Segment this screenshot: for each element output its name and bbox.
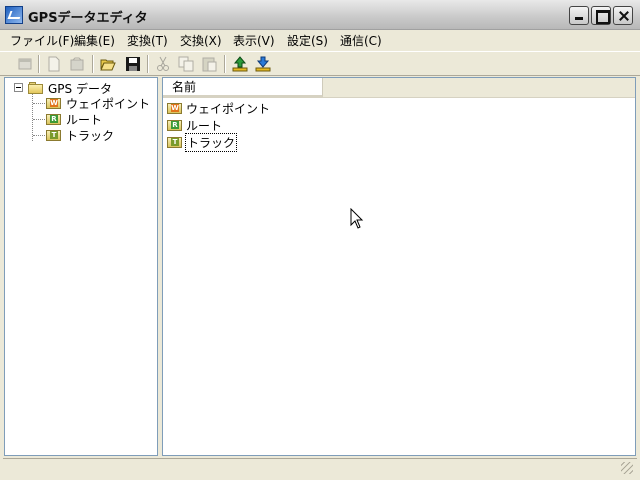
new-window-icon[interactable] [17,56,33,72]
waypoint-icon: W [46,97,62,110]
route-icon: R [46,113,62,126]
list-header: 名前 [163,78,635,98]
tree-connector [33,135,45,136]
status-bar [3,458,637,477]
delete-icon[interactable] [69,56,85,72]
upload-icon[interactable] [232,56,248,72]
tree-node-label: ルート [66,112,103,127]
tree-view[interactable]: GPS データ W ウェイポイント R ルート T トラック [4,77,158,456]
list-item-tracks[interactable]: T トラック [167,132,238,152]
tree-node-routes[interactable]: R ルート [46,111,102,127]
maximize-button[interactable] [591,6,611,25]
mouse-cursor-icon [350,208,364,229]
toolbar-separator [92,55,94,73]
menu-settings[interactable]: 設定(S) [286,32,329,49]
tree-collapse-toggle[interactable] [14,83,23,92]
tree-node-label: ウェイポイント [66,96,151,111]
title-bar[interactable]: GPSデータエディタ [0,0,640,30]
list-item-label: ルート [186,118,223,133]
menu-bar: ファイル(F) 編集(E) 変換(T) 交換(X) 表示(V) 設定(S) 通信… [0,30,640,50]
list-item-label: トラック [185,132,238,152]
toolbar-separator [224,55,226,73]
new-document-icon[interactable] [46,56,62,72]
tree-connector [32,93,33,141]
list-item-routes[interactable]: R ルート [167,117,223,133]
menu-communication[interactable]: 通信(C) [339,32,383,49]
open-folder-icon[interactable] [100,56,116,72]
tree-node-waypoints[interactable]: W ウェイポイント [46,95,150,111]
close-button[interactable] [613,6,633,25]
route-icon: R [167,119,183,132]
folder-icon [28,81,44,95]
track-icon: T [46,129,62,142]
copy-icon[interactable] [178,56,194,72]
list-item-label: ウェイポイント [186,101,271,116]
paste-icon[interactable] [201,56,217,72]
minimize-button[interactable] [569,6,589,25]
cut-icon[interactable] [155,56,171,72]
toolbar-separator [38,55,40,73]
waypoint-icon: W [167,102,183,115]
menu-exchange[interactable]: 交換(X) [179,32,223,49]
menu-convert[interactable]: 変換(T) [126,32,169,49]
list-item-waypoints[interactable]: W ウェイポイント [167,100,271,116]
window-title: GPSデータエディタ [28,11,148,26]
toolbar [0,51,640,76]
menu-view[interactable]: 表示(V) [232,32,276,49]
download-icon[interactable] [255,56,271,72]
column-header-name[interactable]: 名前 [163,78,323,97]
tree-connector [33,119,45,120]
tree-node-label: トラック [66,128,115,143]
tree-node-tracks[interactable]: T トラック [46,127,114,143]
resize-grip-icon[interactable] [621,462,633,474]
app-icon[interactable] [5,6,23,24]
menu-file[interactable]: ファイル(F) [9,32,75,49]
list-view[interactable]: 名前 W ウェイポイント R ルート T トラック [162,77,636,456]
save-disk-icon[interactable] [125,56,141,72]
toolbar-separator [147,55,149,73]
track-icon: T [167,136,183,149]
menu-edit[interactable]: 編集(E) [73,32,116,49]
tree-connector [33,103,45,104]
